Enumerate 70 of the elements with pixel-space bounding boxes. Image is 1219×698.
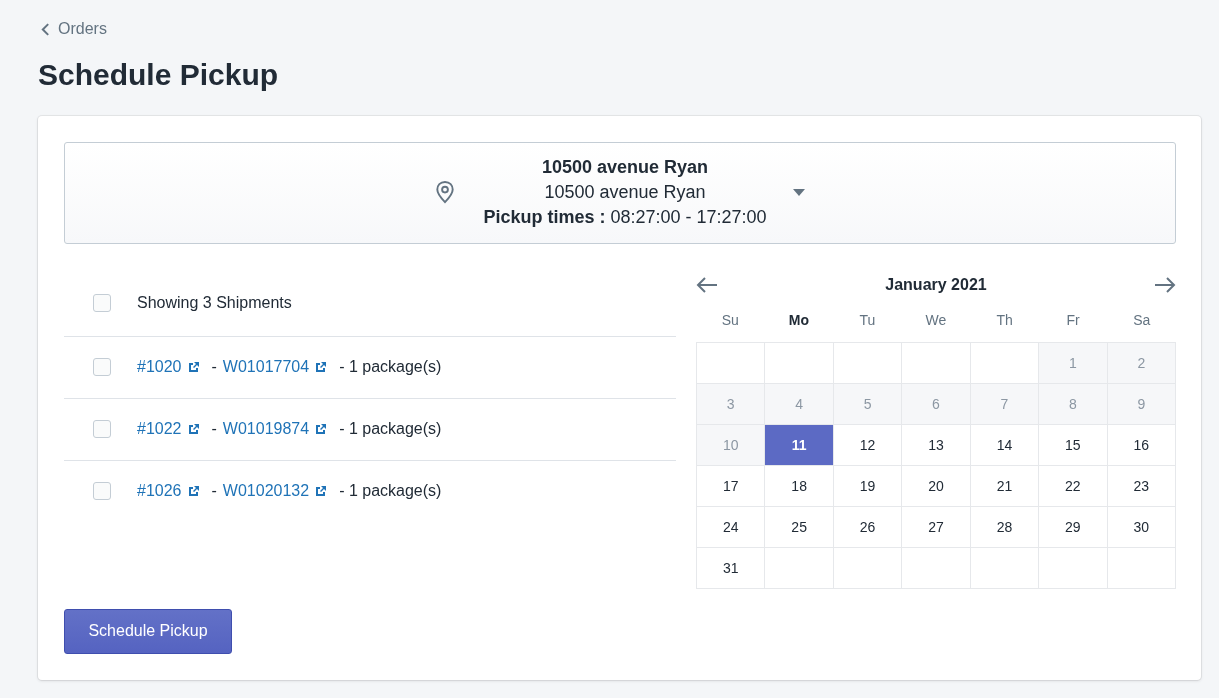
empty-day-cell [970,547,1040,589]
package-count: - 1 package(s) [339,482,442,500]
day-cell[interactable]: 12 [833,424,903,466]
location-selector[interactable]: 10500 avenue Ryan 10500 avenue Ryan Pickup times : 08:27:00 - 17:27:00 [64,141,1176,244]
empty-day-cell [765,547,834,589]
back-link[interactable]: Orders [41,20,107,38]
shipment-checkbox[interactable] [93,358,111,376]
weekday-label: Tu [858,311,877,328]
day-cell[interactable]: 30 [1107,506,1176,548]
day-cell[interactable]: 21 [970,465,1040,507]
shipment-count: Showing 3 Shipments [137,293,292,312]
weekday-label: Th [995,311,1014,328]
shipment-checkbox[interactable] [93,482,111,500]
tracking-link[interactable]: W01017704 [222,358,310,376]
order-link[interactable]: #1026 [137,482,182,500]
empty-day-cell [833,547,903,589]
day-cell[interactable]: 22 [1039,465,1108,507]
weekday-label: Fr [1065,311,1081,328]
next-month-icon[interactable] [1154,276,1176,293]
external-link-icon [315,485,328,497]
day-cell[interactable]: 18 [765,465,834,507]
tracking-link[interactable]: W01019874 [222,420,310,438]
previous-month-icon[interactable] [696,276,718,293]
select-all-checkbox[interactable] [93,293,111,312]
day-cell[interactable]: 14 [970,424,1040,466]
package-count: - 1 package(s) [339,420,442,438]
day-cell[interactable]: 15 [1039,424,1108,466]
day-cell[interactable]: 16 [1107,424,1176,466]
location-address: 10500 avenue Ryan [544,181,706,204]
day-cell[interactable]: 25 [765,506,834,548]
day-cell[interactable]: 26 [833,506,903,548]
separator: - [211,482,217,500]
order-link[interactable]: #1020 [137,358,182,376]
month-title: January 2021 [885,275,987,294]
schedule-pickup-button[interactable]: Schedule Pickup [64,608,232,654]
empty-day-cell [902,547,971,589]
day-cell[interactable]: 17 [697,465,766,507]
tracking-link[interactable]: W01020132 [222,482,310,500]
empty-day-cell [1039,547,1108,589]
day-cell[interactable]: 27 [902,506,971,548]
separator: - [211,420,217,438]
weekday-label: Sa [1132,311,1152,328]
weekday-label: We [924,311,948,328]
weekday-label: Mo [787,311,810,328]
location-name: 10500 avenue Ryan [541,156,709,179]
external-link-icon [187,361,200,373]
external-link-icon [187,423,200,435]
page-title: Schedule Pickup [38,57,280,92]
day-cell[interactable]: 23 [1107,465,1176,507]
day-cell[interactable]: 13 [902,424,971,466]
external-link-icon [187,485,200,497]
day-cell[interactable]: 31 [697,547,766,589]
day-cell[interactable]: 19 [833,465,903,507]
chevron-left-icon [41,22,50,36]
pickup-times: Pickup times : 08:27:00 - 17:27:00 [483,206,767,229]
location-pin-icon [435,180,456,205]
external-link-icon [315,361,328,373]
day-cell[interactable]: 29 [1039,506,1108,548]
day-cell[interactable]: 28 [970,506,1040,548]
external-link-icon [315,423,328,435]
day-cell[interactable]: 24 [697,506,766,548]
empty-day-cell [1107,547,1176,589]
weekday-label: Su [720,311,740,328]
package-count: - 1 package(s) [339,358,442,376]
day-cell[interactable]: 20 [902,465,971,507]
shipment-checkbox[interactable] [93,420,111,438]
caret-down-icon [792,189,805,196]
separator: - [211,358,217,376]
day-cell[interactable]: 11 [765,424,834,466]
order-link[interactable]: #1022 [137,420,182,438]
